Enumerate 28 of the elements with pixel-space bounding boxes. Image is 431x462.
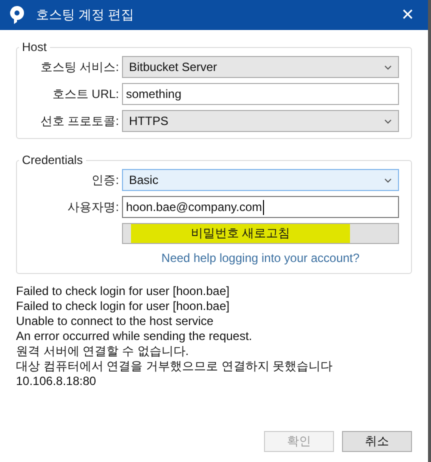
dropdown[interactable]: Bitbucket Server	[122, 56, 399, 78]
group-title: Credentials	[21, 153, 84, 167]
chevron-down-icon	[384, 64, 392, 70]
close-button[interactable]: ✕	[397, 5, 418, 25]
group-title: Host	[21, 40, 48, 54]
log-line: Failed to check login for user [hoon.bae]	[16, 299, 230, 314]
refresh-password-button[interactable]: 비밀번호 새로고침	[122, 223, 399, 244]
log-line: 원격 서버에 연결할 수 없습니다.	[16, 344, 190, 359]
field-label: 사용자명:	[66, 198, 119, 216]
log-line: An error occurred while sending the request.	[16, 329, 254, 344]
app-logo-icon	[10, 6, 24, 24]
chevron-down-icon	[384, 118, 392, 124]
log-line: Unable to connect to the host service	[16, 314, 214, 329]
input-field[interactable]: something	[122, 83, 399, 105]
log-line: 10.106.8.18:80	[16, 374, 98, 389]
dialog-button[interactable]: 취소	[342, 431, 412, 452]
dropdown[interactable]: HTTPS	[122, 110, 399, 132]
chevron-down-icon	[384, 178, 392, 182]
window-title: 호스팅 계정 편집	[36, 6, 136, 24]
help-link[interactable]: Need help logging into your account?	[122, 249, 399, 267]
input-field[interactable]: hoon.bae@company.com	[122, 196, 399, 218]
log-line: Failed to check login for user [hoon.bae]	[16, 284, 230, 299]
field-label: 호스트 URL:	[51, 86, 119, 102]
log-line: 대상 컴퓨터에서 연결을 거부했으므로 연결하지 못했습니다	[16, 359, 334, 374]
field-label: 인증:	[90, 172, 119, 188]
dropdown[interactable]: Basic	[122, 169, 399, 191]
field-label: 호스팅 서비스:	[39, 58, 119, 76]
field-label: 선호 프로토콜:	[39, 112, 119, 130]
